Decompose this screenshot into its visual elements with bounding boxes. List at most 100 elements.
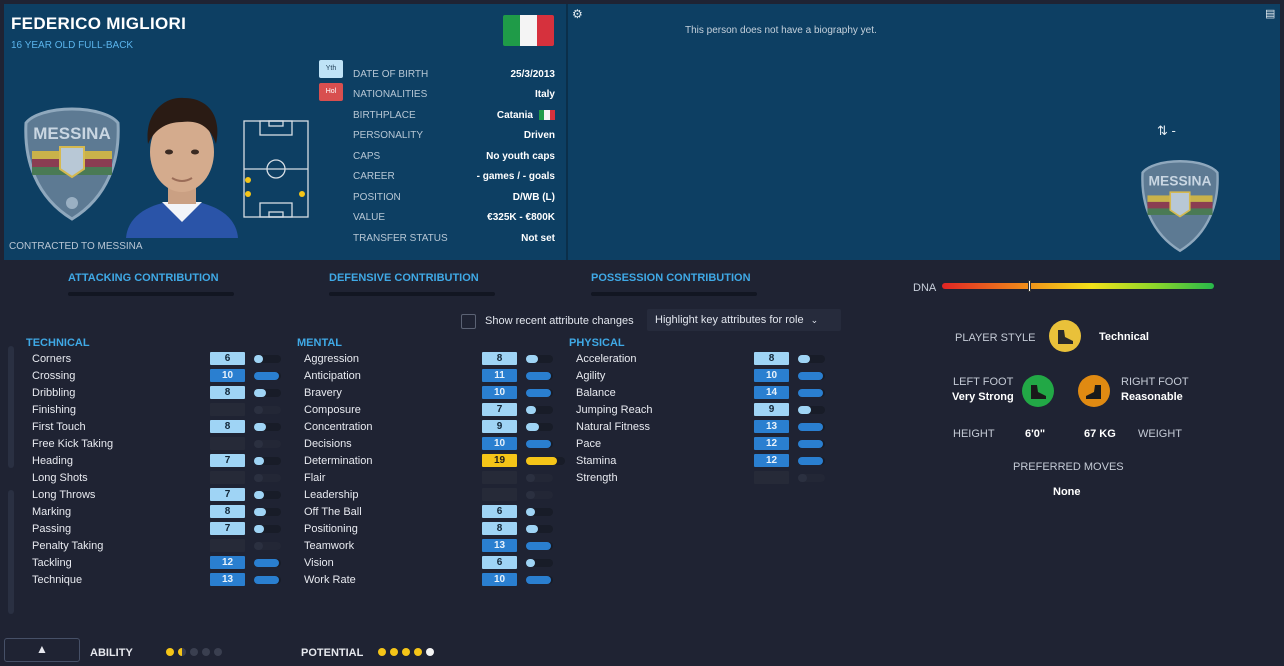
youth-tag[interactable]: Yth [319,60,343,78]
attribute-row[interactable]: Long Throws 7 [32,487,281,504]
attribute-value-badge [210,403,245,416]
info-value: - games / - goals [477,171,555,182]
attribute-bar-track [254,542,281,550]
defensive-contribution-title[interactable]: DEFENSIVE CONTRIBUTION [329,272,479,284]
attribute-bar-track [798,474,825,482]
info-label: DATE OF BIRTH [353,68,429,80]
attribute-row[interactable]: Leadership [304,487,553,504]
attribute-bar-track [526,525,553,533]
attribute-bar-fill [254,542,263,550]
attribute-row[interactable]: Teamwork 13 [304,538,553,555]
attribute-row[interactable]: Tackling 12 [32,555,281,572]
attribute-bar-track [254,491,281,499]
scrollbar-lower[interactable] [8,490,14,614]
attribute-row[interactable]: Natural Fitness 13 [576,419,825,436]
info-label: PERSONALITY [353,130,424,141]
attribute-value-badge: 8 [210,505,245,518]
attribute-value-badge [210,539,245,552]
attribute-row[interactable]: Free Kick Taking [32,436,281,453]
document-icon[interactable]: ▤ [1265,7,1275,20]
attribute-row[interactable]: Technique 13 [32,572,281,589]
attribute-row[interactable]: Composure 7 [304,402,553,419]
attribute-row[interactable]: Heading 7 [32,453,281,470]
attribute-row[interactable]: Balance 14 [576,385,825,402]
attribute-bar-fill [798,457,823,465]
attribute-row[interactable]: Strength [576,470,825,487]
highlight-attributes-dropdown[interactable]: Highlight key attributes for role ⌄ [647,309,841,331]
attribute-bar-fill [254,372,279,380]
attribute-row[interactable]: Jumping Reach 9 [576,402,825,419]
left-foot-label: LEFT FOOT [953,376,1014,388]
attacking-contribution-bar [68,292,234,296]
info-value-text: No youth caps [486,150,555,162]
attribute-row[interactable]: Long Shots [32,470,281,487]
holiday-tag[interactable]: Hol [319,83,343,101]
attribute-row[interactable]: Aggression 8 [304,351,553,368]
nationality-flag-icon [503,15,554,46]
attribute-row[interactable]: Bravery 10 [304,385,553,402]
info-value: €325K - €800K [487,212,555,223]
attribute-row[interactable]: Flair [304,470,553,487]
swap-arrows-icon[interactable]: ⇅ - [1157,123,1176,139]
attribute-bar-track [526,372,553,380]
attribute-bar-track [526,406,553,414]
attribute-row[interactable]: Anticipation 11 [304,368,553,385]
attribute-row[interactable]: Finishing [32,402,281,419]
attribute-row[interactable]: Determination 19 [304,453,565,470]
show-recent-changes-label[interactable]: Show recent attribute changes [485,315,634,327]
scrollbar-upper[interactable] [8,346,14,468]
info-value: Not set [521,233,555,244]
staff-report-button[interactable]: ▲ [4,638,80,662]
dna-bar [942,283,1214,289]
info-label: CAREER [353,171,395,182]
star-dot [426,648,434,656]
attribute-row[interactable]: Agility 10 [576,368,825,385]
info-value-text: Italy [534,89,555,100]
attribute-row[interactable]: Penalty Taking [32,538,281,555]
attribute-value-badge: 13 [482,539,517,552]
attribute-bar-track [254,389,281,397]
attribute-row[interactable]: Corners 6 [32,351,281,368]
height-value: 6'0" [1025,428,1046,440]
attribute-bar-fill [254,355,263,363]
attacking-contribution-title[interactable]: ATTACKING CONTRIBUTION [68,272,219,284]
attribute-bar-fill [526,474,535,482]
attribute-row[interactable]: Dribbling 8 [32,385,281,402]
gear-icon[interactable]: ⚙ [572,7,583,21]
possession-contribution-title[interactable]: POSSESSION CONTRIBUTION [591,272,751,284]
attribute-row[interactable]: Vision 6 [304,555,553,572]
dna-label: DNA [913,282,937,294]
attribute-row[interactable]: Pace 12 [576,436,825,453]
attribute-row[interactable]: Concentration 9 [304,419,553,436]
club-crest-watermark-icon: MESSINA [1141,160,1219,253]
attribute-row[interactable]: Positioning 8 [304,521,553,538]
attribute-row[interactable]: Off The Ball 6 [304,504,553,521]
right-foot-boot-icon [1078,375,1110,407]
info-value: 25/3/2013 [511,69,556,80]
attribute-row[interactable]: Stamina 12 [576,453,825,470]
attribute-value-badge: 9 [482,420,517,433]
birthplace-flag-icon [539,110,555,120]
attribute-value-badge: 12 [210,556,245,569]
attribute-value-badge: 6 [482,505,517,518]
attribute-bar-track [798,457,825,465]
attribute-row[interactable]: First Touch 8 [32,419,281,436]
crest-text: MESSINA [33,124,110,143]
show-recent-changes-checkbox[interactable] [461,314,476,329]
attribute-name: Marking [32,506,72,518]
attribute-row[interactable]: Marking 8 [32,504,281,521]
attribute-bar-track [254,440,281,448]
attribute-row[interactable]: Crossing 10 [32,368,281,385]
attribute-row[interactable]: Passing 7 [32,521,281,538]
attribute-bar-fill [526,372,551,380]
star-dot [414,648,422,656]
attribute-bar-track [526,355,553,363]
position-pitch [243,120,309,218]
attribute-row[interactable]: Acceleration 8 [576,351,825,368]
attribute-bar-fill [526,423,539,431]
attribute-row[interactable]: Work Rate 10 [304,572,553,589]
attribute-row[interactable]: Decisions 10 [304,436,553,453]
player-style-boot-icon [1049,320,1081,352]
attribute-name: Penalty Taking [32,540,104,552]
attribute-value-badge: 10 [482,573,517,586]
